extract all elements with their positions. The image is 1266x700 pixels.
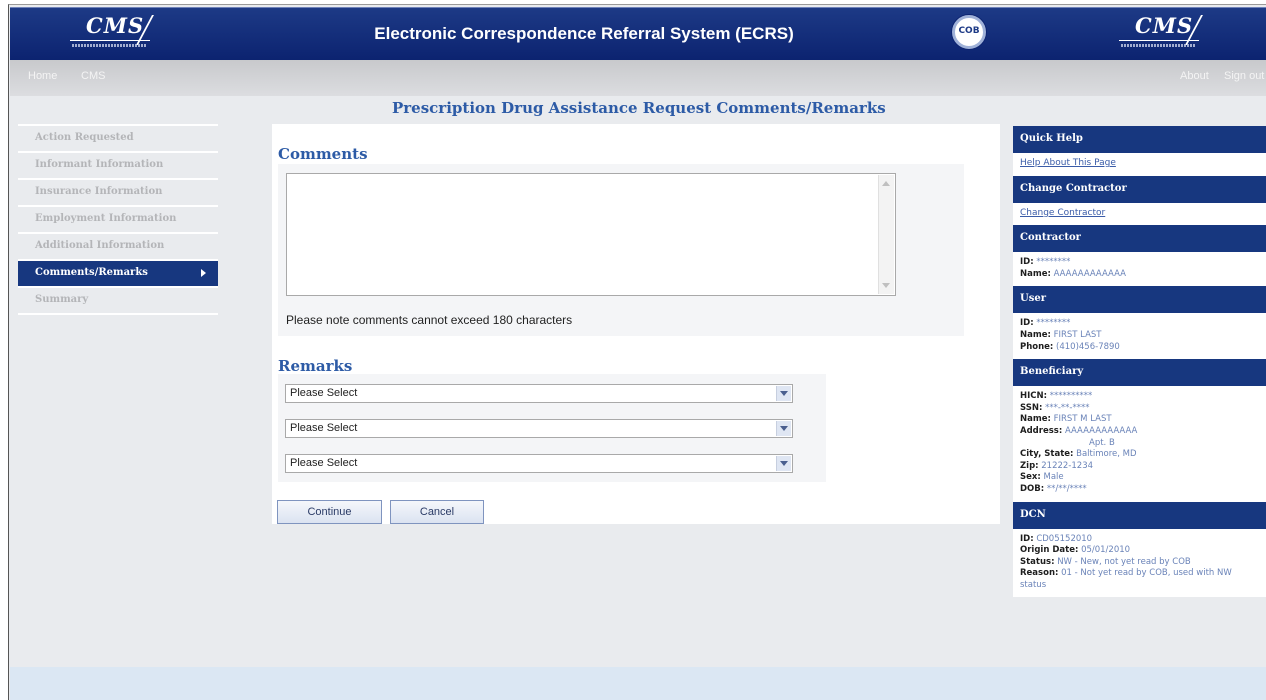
- beneficiary-address-line2: Apt. B: [1089, 437, 1115, 448]
- contractor-id: ********: [1036, 257, 1071, 268]
- beneficiary-hicn: **********: [1049, 391, 1093, 402]
- leftnav-item-additional-information[interactable]: Additional Information: [18, 232, 218, 259]
- leftnav-item-label: Comments/Remarks: [35, 267, 148, 278]
- nav-sign-out-link[interactable]: Sign out: [1224, 70, 1264, 82]
- leftnav-item-employment-information[interactable]: Employment Information: [18, 205, 218, 232]
- comments-scrollbar[interactable]: [878, 175, 894, 294]
- beneficiary-heading: Beneficiary: [1013, 359, 1266, 387]
- app-title: Electronic Correspondence Referral Syste…: [374, 24, 794, 43]
- beneficiary-city-state: Baltimore, MD: [1076, 449, 1137, 460]
- chevron-down-icon[interactable]: [776, 421, 791, 436]
- remarks-select-3[interactable]: Please Select: [285, 454, 793, 473]
- cancel-button[interactable]: Cancel: [390, 500, 484, 524]
- header-banner: CMS Electronic Correspondence Referral S…: [10, 7, 1266, 60]
- leftnav-item-insurance-information[interactable]: Insurance Information: [18, 178, 218, 205]
- select-value: Please Select: [290, 387, 358, 399]
- nav-home-link[interactable]: Home: [28, 70, 57, 82]
- change-contractor-heading: Change Contractor: [1013, 175, 1266, 203]
- help-about-page-link[interactable]: Help About This Page: [1020, 158, 1116, 168]
- chevron-down-icon[interactable]: [776, 456, 791, 471]
- dcn-panel: ID: CD05152010 Origin Date: 05/01/2010 S…: [1013, 528, 1266, 598]
- dcn-id: CD05152010: [1036, 533, 1093, 544]
- dcn-heading: DCN: [1013, 501, 1266, 529]
- quick-help-panel: Help About This Page: [1013, 153, 1266, 176]
- beneficiary-ssn: ***-**-****: [1045, 402, 1090, 413]
- beneficiary-dob: **/**/****: [1046, 483, 1087, 494]
- remarks-heading: Remarks: [278, 357, 353, 375]
- remarks-select-1[interactable]: Please Select: [285, 384, 793, 403]
- chevron-down-icon[interactable]: [776, 386, 791, 401]
- user-heading: User: [1013, 286, 1266, 314]
- comments-limit-note: Please note comments cannot exceed 180 c…: [286, 313, 573, 327]
- user-id: ********: [1036, 318, 1071, 329]
- scroll-up-icon[interactable]: [882, 181, 890, 186]
- contractor-panel: ID: ******** Name: AAAAAAAAAAAA: [1013, 252, 1266, 287]
- user-phone: (410)456-7890: [1056, 341, 1120, 352]
- leftnav-divider: [18, 313, 218, 315]
- select-value: Please Select: [290, 422, 358, 434]
- page-title: Prescription Drug Assistance Request Com…: [392, 99, 886, 117]
- scroll-down-icon[interactable]: [882, 283, 890, 288]
- quick-help-heading: Quick Help: [1013, 126, 1266, 153]
- right-sidebar: Quick Help Help About This Page Change C…: [1013, 126, 1266, 666]
- beneficiary-sex: Male: [1043, 472, 1064, 483]
- user-name: FIRST LAST: [1053, 329, 1102, 340]
- change-contractor-link[interactable]: Change Contractor: [1020, 208, 1105, 218]
- leftnav-item-action-requested[interactable]: Action Requested: [18, 124, 218, 151]
- nav-cms-link[interactable]: CMS: [81, 70, 105, 82]
- user-panel: ID: ******** Name: FIRST LAST Phone: (41…: [1013, 313, 1266, 360]
- contractor-heading: Contractor: [1013, 225, 1266, 253]
- footer-band: [10, 667, 1266, 700]
- leftnav-item-informant-information[interactable]: Informant Information: [18, 151, 218, 178]
- contractor-name: AAAAAAAAAAAA: [1053, 268, 1126, 279]
- change-contractor-panel: Change Contractor: [1013, 202, 1266, 226]
- beneficiary-name: FIRST M LAST: [1053, 414, 1112, 425]
- comments-heading: Comments: [278, 145, 368, 163]
- arrow-right-icon: [201, 269, 206, 277]
- beneficiary-panel: HICN: ********** SSN: ***-**-**** Name: …: [1013, 386, 1266, 502]
- select-value: Please Select: [290, 457, 358, 469]
- dcn-status: NW - New, not yet read by COB: [1057, 556, 1191, 567]
- leftnav-item-comments-remarks[interactable]: Comments/Remarks: [18, 259, 218, 286]
- nav-about-link[interactable]: About: [1180, 70, 1209, 82]
- top-nav: Home CMS About Sign out: [10, 60, 1266, 96]
- left-nav: Action Requested Informant Information I…: [18, 124, 218, 315]
- beneficiary-zip: 21222-1234: [1041, 460, 1094, 471]
- remarks-select-2[interactable]: Please Select: [285, 419, 793, 438]
- main-panel: Comments Please note comments cannot exc…: [272, 124, 1000, 524]
- comments-textarea[interactable]: [286, 173, 896, 296]
- dcn-origin-date: 05/01/2010: [1081, 545, 1131, 556]
- leftnav-item-summary[interactable]: Summary: [18, 286, 218, 313]
- cob-seal-icon: COB: [952, 15, 986, 49]
- cms-logo-right: CMS: [1115, 13, 1227, 53]
- continue-button[interactable]: Continue: [277, 500, 382, 524]
- beneficiary-address-line1: AAAAAAAAAAAA: [1064, 425, 1138, 436]
